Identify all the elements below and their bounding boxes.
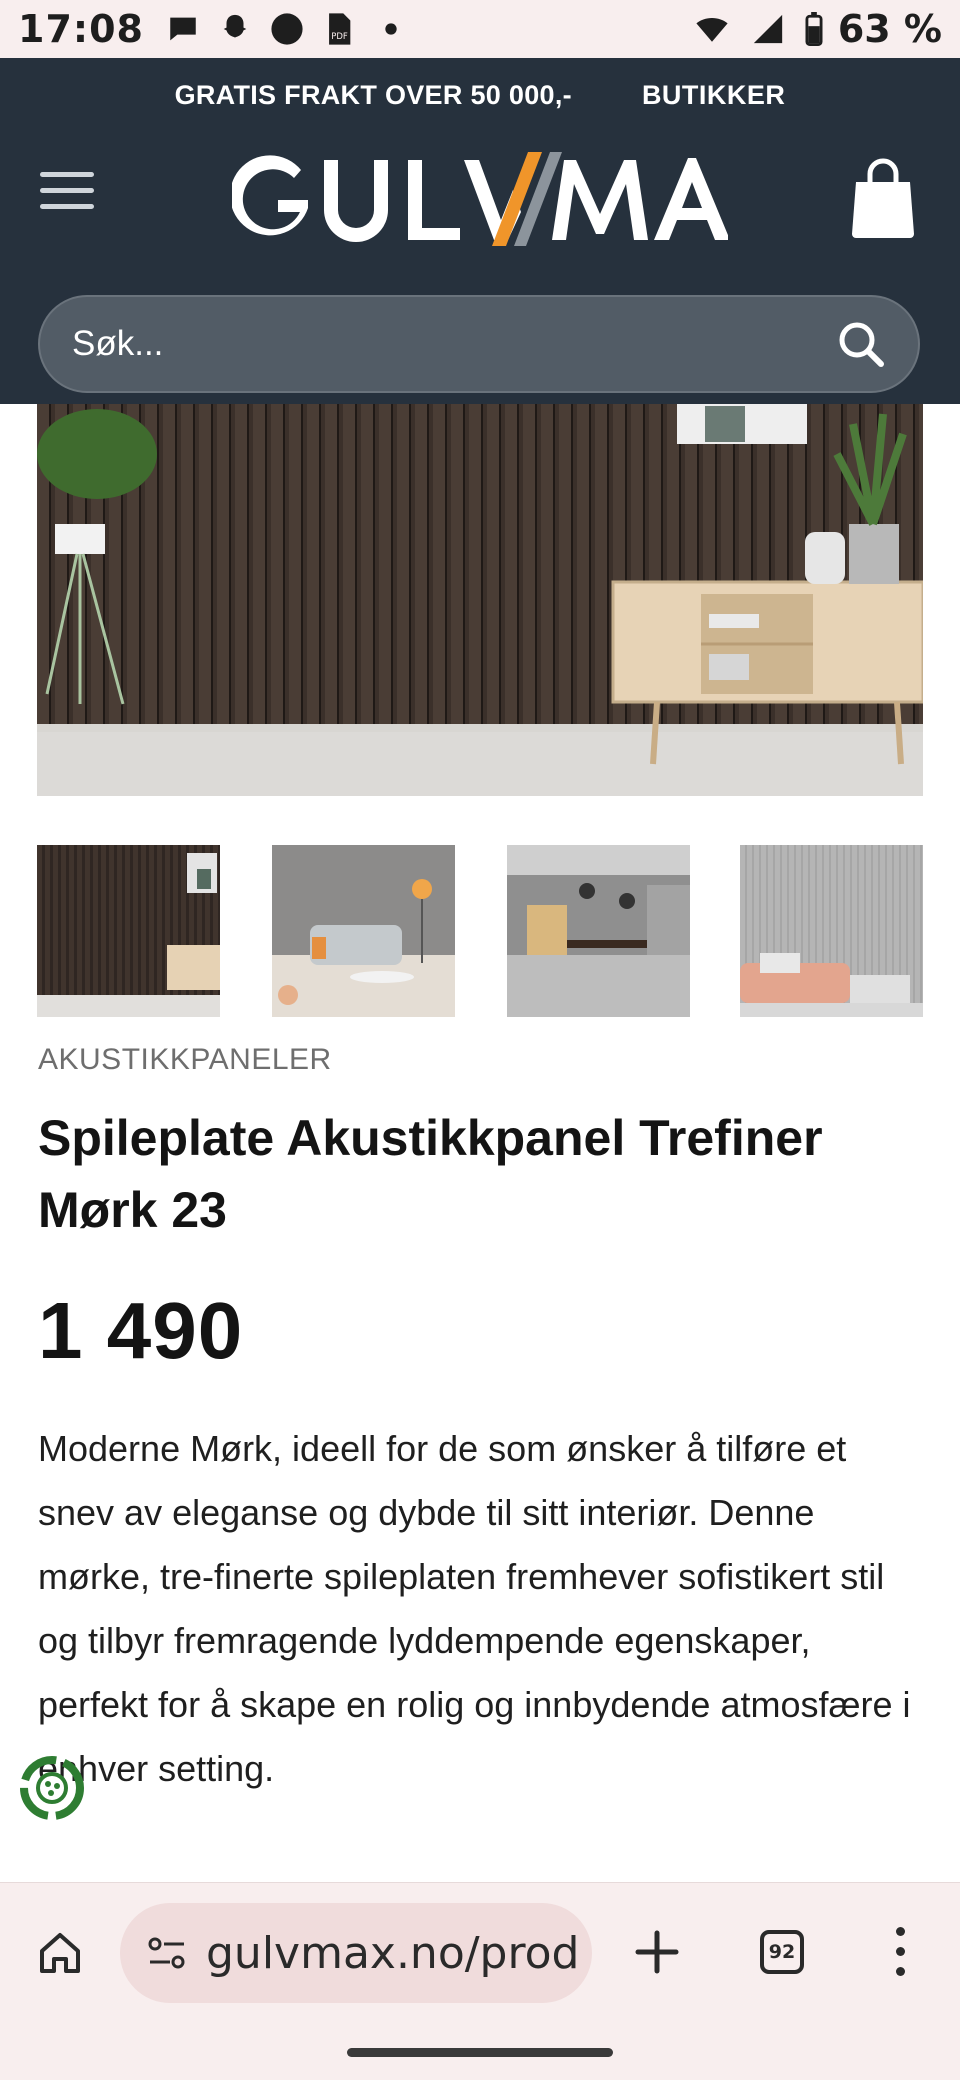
url-text[interactable]: gulvmax.no/prod (206, 1928, 579, 1979)
circle-icon (271, 13, 303, 45)
thumbnail-3[interactable] (507, 845, 690, 1017)
tab-switcher-button[interactable]: 92 (760, 1930, 804, 1974)
shopping-bag-icon[interactable] (850, 154, 916, 240)
promo-row: GRATIS FRAKT OVER 50 000,- BUTIKKER (0, 58, 960, 132)
snapchat-icon (223, 14, 247, 38)
stores-link[interactable]: BUTIKKER (642, 80, 786, 111)
product-category[interactable]: AKUSTIKKPANELER (38, 1043, 332, 1077)
thumbnail-1[interactable] (37, 845, 220, 1017)
thumbnail-4[interactable] (740, 845, 923, 1017)
home-icon[interactable] (36, 1929, 84, 1977)
search-icon[interactable] (836, 319, 886, 369)
signal-icon (753, 14, 782, 44)
search-input[interactable] (72, 324, 836, 364)
product-main-image[interactable] (37, 404, 923, 796)
site-settings-icon[interactable] (146, 1932, 188, 1974)
dark-slat-wall-image (37, 404, 923, 796)
product-price: 1 490 (38, 1286, 244, 1375)
hamburger-menu-icon[interactable] (40, 172, 94, 218)
battery-icon (805, 12, 823, 46)
svg-text:PDF: PDF (331, 32, 348, 42)
free-shipping-banner: GRATIS FRAKT OVER 50 000,- (174, 79, 572, 110)
thumbnail-2[interactable] (272, 845, 455, 1017)
gesture-navigation-handle[interactable] (347, 2048, 613, 2057)
pdf-icon: PDF (329, 13, 351, 45)
recycle-badge-icon[interactable] (14, 1750, 90, 1826)
site-header: GRATIS FRAKT OVER 50 000,- BUTIKKER (0, 58, 960, 404)
wifi-icon (696, 18, 728, 42)
dot-icon (385, 23, 397, 35)
status-bar: 17:08 PDF 63 % (0, 0, 960, 58)
search-bar[interactable] (38, 295, 920, 393)
address-bar[interactable]: gulvmax.no/prod (120, 1903, 592, 2003)
status-time: 17:08 (18, 7, 144, 51)
product-description: Moderne Mørk, ideell for de som ønsker å… (38, 1428, 911, 1789)
battery-level: 63 % (837, 7, 942, 51)
more-options-icon[interactable] (892, 1927, 908, 1979)
product-title: Spileplate Akustikkpanel Trefiner Mørk 2… (38, 1110, 823, 1238)
chat-icon (170, 17, 196, 41)
gulvmax-logo[interactable] (232, 152, 728, 248)
thumbnail-strip (37, 845, 923, 1017)
logo-row (0, 132, 960, 280)
new-tab-plus-icon[interactable] (634, 1929, 680, 1975)
